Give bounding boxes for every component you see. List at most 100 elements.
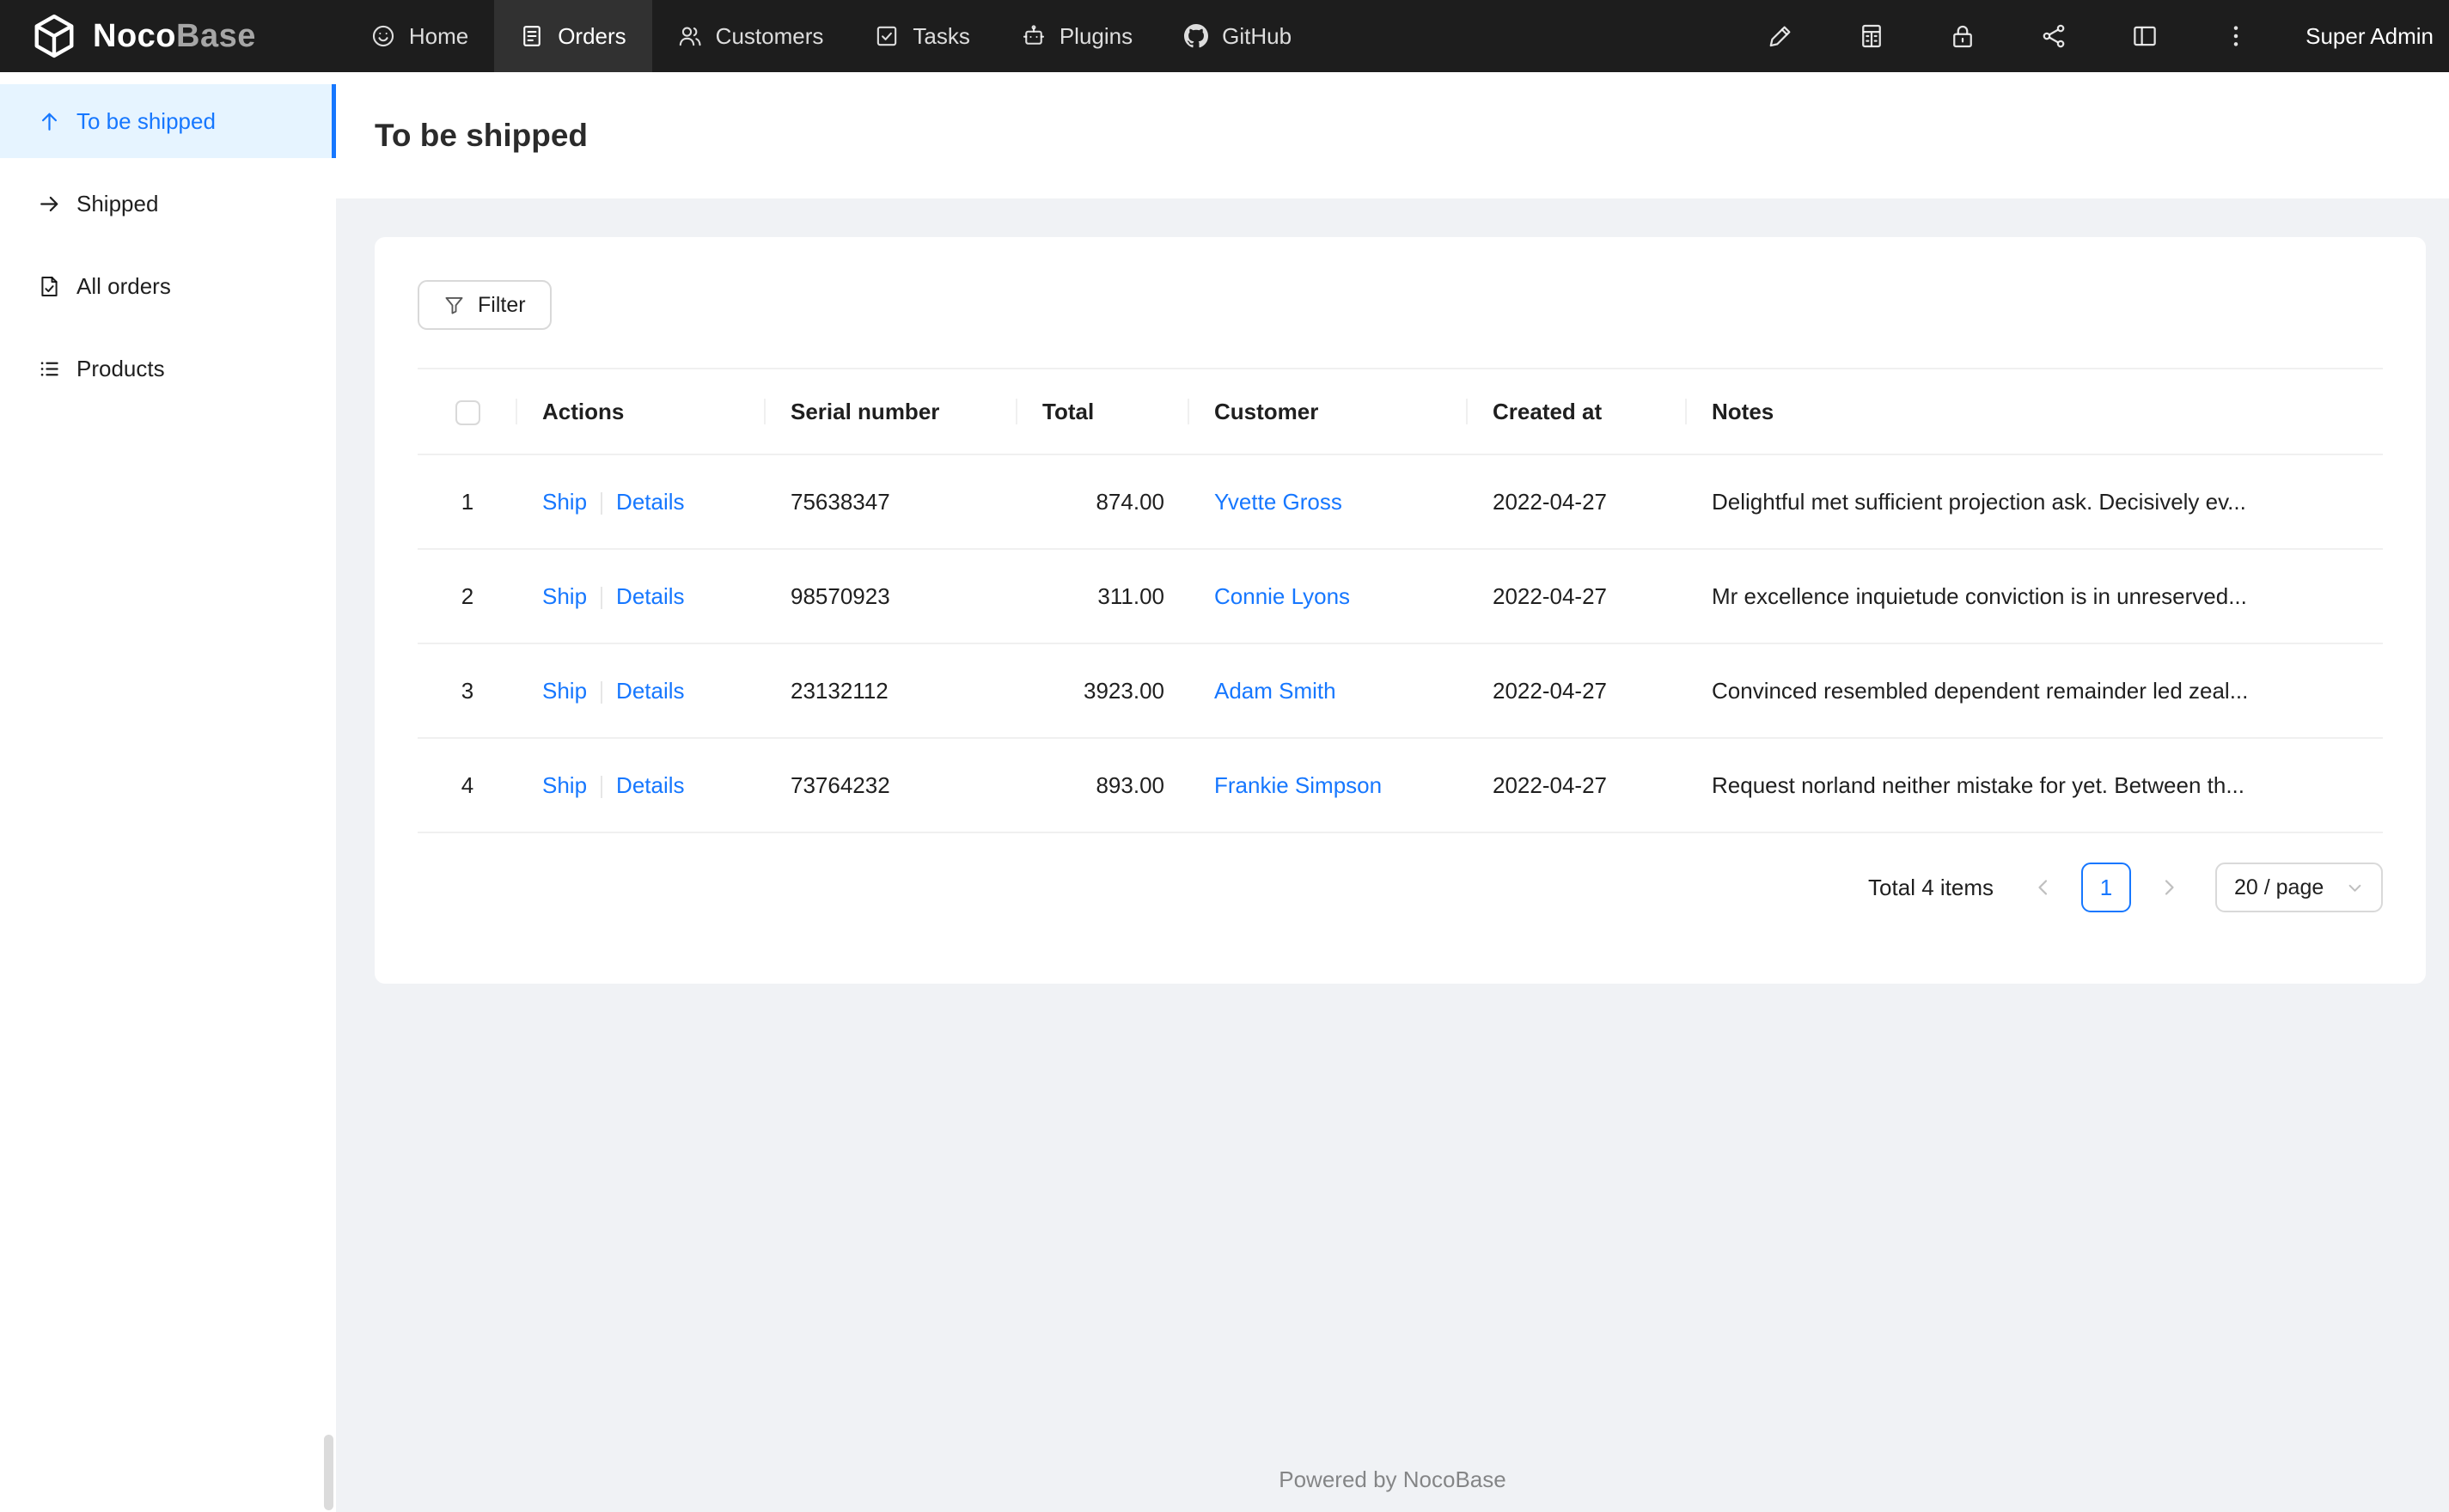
layout-columns-icon[interactable] bbox=[2119, 0, 2171, 72]
logo-base: Base bbox=[176, 17, 256, 54]
table-row: 4 Ship Details 73764232 893.00 Frankie Si… bbox=[418, 738, 2383, 833]
total-cell: 311.00 bbox=[1017, 549, 1189, 644]
nav-item-home[interactable]: Home bbox=[345, 0, 494, 72]
created-at-cell: 2022-04-27 bbox=[1468, 738, 1687, 833]
smile-icon bbox=[371, 24, 395, 48]
page-size-value: 20 / page bbox=[2234, 875, 2324, 899]
table-icon[interactable] bbox=[1846, 0, 1897, 72]
action-divider bbox=[601, 586, 603, 609]
funnel-icon bbox=[445, 296, 463, 314]
nav-item-github[interactable]: GitHub bbox=[1158, 0, 1317, 72]
details-link[interactable]: Details bbox=[616, 489, 684, 515]
created-at-cell: 2022-04-27 bbox=[1468, 643, 1687, 739]
notes-cell: Convinced resembled dependent remainder … bbox=[1687, 643, 2383, 739]
page-header: To be shipped bbox=[336, 72, 2449, 198]
created-at-cell: 2022-04-27 bbox=[1468, 454, 1687, 550]
orders-card: Filter Actions Serial number Total Custo… bbox=[375, 237, 2426, 984]
highlight-pen-icon[interactable] bbox=[1755, 0, 1806, 72]
action-divider bbox=[601, 775, 603, 798]
column-header-customer: Customer bbox=[1189, 368, 1468, 455]
ship-link[interactable]: Ship bbox=[542, 772, 587, 798]
user-menu[interactable]: Super Admin bbox=[2305, 23, 2434, 50]
table-row: 1 Ship Details 75638347 874.00 Yvette Gro… bbox=[418, 454, 2383, 550]
ship-link[interactable]: Ship bbox=[542, 489, 587, 515]
next-page-button[interactable] bbox=[2144, 863, 2194, 912]
select-all-checkbox[interactable] bbox=[455, 399, 480, 425]
details-link[interactable]: Details bbox=[616, 583, 684, 609]
top-navbar: NocoBase Home Orders Customers Tasks Plu… bbox=[0, 0, 2449, 72]
details-link[interactable]: Details bbox=[616, 678, 684, 704]
tasks-check-square-icon bbox=[875, 24, 899, 48]
nav-item-tasks[interactable]: Tasks bbox=[849, 0, 995, 72]
page-size-select[interactable]: 20 / page bbox=[2215, 863, 2383, 912]
sidebar-item-all-orders[interactable]: All orders bbox=[0, 249, 336, 323]
sidebar-item-label: Products bbox=[76, 355, 165, 381]
row-index: 3 bbox=[418, 643, 517, 739]
customer-link[interactable]: Connie Lyons bbox=[1214, 583, 1350, 609]
sidebar-item-shipped[interactable]: Shipped bbox=[0, 167, 336, 241]
nav-item-plugins[interactable]: Plugins bbox=[996, 0, 1158, 72]
customer-cell: Connie Lyons bbox=[1189, 549, 1468, 644]
ship-link[interactable]: Ship bbox=[542, 678, 587, 704]
column-header-notes: Notes bbox=[1687, 368, 2383, 455]
pagination-total: Total 4 items bbox=[1868, 874, 1994, 900]
serial-number-cell: 75638347 bbox=[766, 454, 1017, 550]
total-cell: 893.00 bbox=[1017, 738, 1189, 833]
customers-icon bbox=[678, 24, 702, 48]
row-actions: Ship Details bbox=[517, 549, 766, 644]
orders-table: Actions Serial number Total Customer Cre… bbox=[418, 368, 2383, 833]
footer-text: Powered by NocoBase bbox=[1279, 1466, 1506, 1492]
main-content: Filter Actions Serial number Total Custo… bbox=[336, 198, 2449, 1512]
customer-link[interactable]: Yvette Gross bbox=[1214, 489, 1342, 515]
customer-link[interactable]: Adam Smith bbox=[1214, 678, 1336, 704]
serial-number-cell: 98570923 bbox=[766, 549, 1017, 644]
share-nodes-icon[interactable] bbox=[2028, 0, 2080, 72]
ship-link[interactable]: Ship bbox=[542, 583, 587, 609]
row-index: 2 bbox=[418, 549, 517, 644]
github-icon bbox=[1184, 24, 1209, 48]
sidebar-scrollbar[interactable] bbox=[324, 1435, 333, 1510]
arrow-up-icon bbox=[38, 110, 61, 133]
logo-text: NocoBase bbox=[93, 18, 256, 55]
chevron-left-icon bbox=[2038, 880, 2048, 895]
row-actions: Ship Details bbox=[517, 643, 766, 739]
customer-link[interactable]: Frankie Simpson bbox=[1214, 772, 1382, 798]
filter-button[interactable]: Filter bbox=[418, 280, 552, 330]
row-actions: Ship Details bbox=[517, 738, 766, 833]
main-menu: Home Orders Customers Tasks Plugins GitH… bbox=[345, 0, 1317, 72]
details-link[interactable]: Details bbox=[616, 772, 684, 798]
pagination: Total 4 items 1 20 / page bbox=[418, 863, 2383, 912]
prev-page-button[interactable] bbox=[2018, 863, 2068, 912]
nav-item-label: Tasks bbox=[913, 22, 970, 49]
table-row: 3 Ship Details 23132112 3923.00 Adam Smit… bbox=[418, 643, 2383, 739]
customer-cell: Frankie Simpson bbox=[1189, 738, 1468, 833]
sidebar: To be shipped Shipped All orders Product… bbox=[0, 72, 336, 1512]
serial-number-cell: 23132112 bbox=[766, 643, 1017, 739]
row-index: 1 bbox=[418, 454, 517, 550]
nav-item-customers[interactable]: Customers bbox=[652, 0, 850, 72]
column-header-actions: Actions bbox=[517, 368, 766, 455]
nav-item-label: Plugins bbox=[1059, 22, 1133, 49]
logo-cube-icon bbox=[31, 13, 77, 59]
sidebar-item-label: To be shipped bbox=[76, 107, 216, 134]
action-divider bbox=[601, 680, 603, 704]
nocobase-logo[interactable]: NocoBase bbox=[0, 0, 345, 72]
total-cell: 3923.00 bbox=[1017, 643, 1189, 739]
footer: Powered by NocoBase bbox=[336, 1466, 2449, 1493]
more-vertical-icon[interactable] bbox=[2210, 0, 2262, 72]
nav-item-label: Orders bbox=[558, 22, 626, 49]
nav-item-orders[interactable]: Orders bbox=[494, 0, 652, 72]
lock-icon[interactable] bbox=[1937, 0, 1988, 72]
chevron-down-icon bbox=[2348, 884, 2361, 892]
page-1-button[interactable]: 1 bbox=[2081, 863, 2131, 912]
sidebar-item-products[interactable]: Products bbox=[0, 332, 336, 405]
table-header-row: Actions Serial number Total Customer Cre… bbox=[418, 368, 2383, 455]
table-row: 2 Ship Details 98570923 311.00 Connie Lyo… bbox=[418, 549, 2383, 644]
nav-item-label: GitHub bbox=[1222, 22, 1292, 49]
notes-cell: Mr excellence inquietude conviction is i… bbox=[1687, 549, 2383, 644]
orders-doc-icon bbox=[520, 24, 544, 48]
nav-item-label: Home bbox=[408, 22, 469, 49]
action-divider bbox=[601, 491, 603, 515]
customer-cell: Yvette Gross bbox=[1189, 454, 1468, 550]
sidebar-item-to-be-shipped[interactable]: To be shipped bbox=[0, 84, 336, 158]
